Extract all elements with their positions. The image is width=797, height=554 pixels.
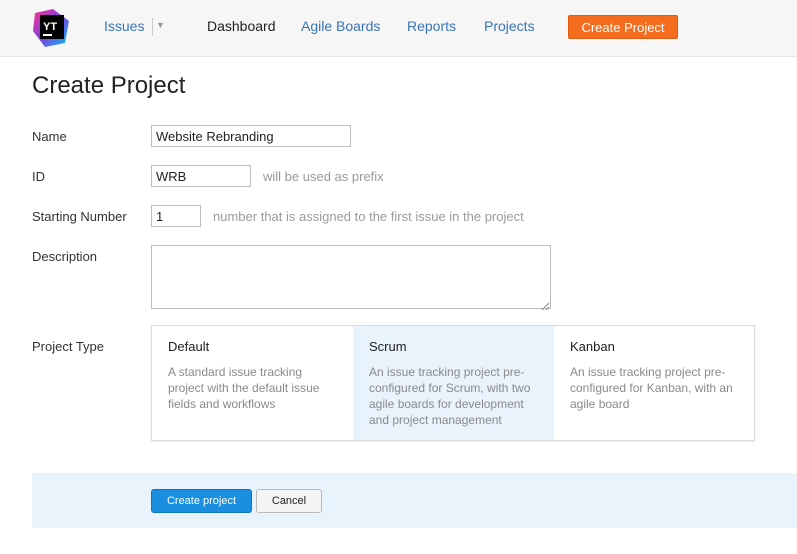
project-type-title: Default xyxy=(168,339,210,354)
starting-number-hint: number that is assigned to the first iss… xyxy=(213,209,524,224)
id-label: ID xyxy=(32,169,45,184)
id-hint: will be used as prefix xyxy=(263,169,384,184)
nav-agile-boards[interactable]: Agile Boards xyxy=(301,18,380,34)
starting-number-label: Starting Number xyxy=(32,209,127,224)
top-navigation-bar: YT Issues ▼ Dashboard Agile Boards Repor… xyxy=(0,0,797,57)
resize-handle-icon[interactable] xyxy=(540,298,550,311)
project-type-title: Scrum xyxy=(369,339,407,354)
create-project-nav-button[interactable]: Create Project xyxy=(568,15,678,39)
id-input[interactable] xyxy=(151,165,251,187)
starting-number-input[interactable] xyxy=(151,205,201,227)
svg-text:YT: YT xyxy=(43,21,57,33)
name-input[interactable] xyxy=(151,125,351,147)
project-type-label: Project Type xyxy=(32,339,105,354)
create-project-button[interactable]: Create project xyxy=(151,489,252,513)
nav-projects[interactable]: Projects xyxy=(484,18,535,34)
project-type-option-kanban[interactable]: Kanban An issue tracking project pre-con… xyxy=(554,326,754,440)
project-type-title: Kanban xyxy=(570,339,615,354)
youtrack-logo-icon[interactable]: YT xyxy=(31,7,73,49)
project-type-description: A standard issue tracking project with t… xyxy=(168,365,320,411)
project-type-description: An issue tracking project pre-configured… xyxy=(570,365,733,411)
project-type-option-scrum[interactable]: Scrum An issue tracking project pre-conf… xyxy=(353,326,554,440)
project-type-option-default[interactable]: Default A standard issue tracking projec… xyxy=(152,326,353,440)
chevron-down-icon[interactable]: ▼ xyxy=(156,20,165,30)
nav-issues[interactable]: Issues xyxy=(104,18,144,34)
nav-reports[interactable]: Reports xyxy=(407,18,456,34)
description-textarea[interactable] xyxy=(151,245,551,309)
name-label: Name xyxy=(32,129,67,144)
nav-divider xyxy=(152,18,153,36)
form-actions-bar xyxy=(32,473,797,528)
project-type-description: An issue tracking project pre-configured… xyxy=(369,365,531,427)
nav-dashboard[interactable]: Dashboard xyxy=(207,18,276,34)
description-label: Description xyxy=(32,249,98,264)
cancel-button[interactable]: Cancel xyxy=(256,489,322,513)
page-title: Create Project xyxy=(32,72,186,99)
project-type-selector: Default A standard issue tracking projec… xyxy=(151,325,755,441)
